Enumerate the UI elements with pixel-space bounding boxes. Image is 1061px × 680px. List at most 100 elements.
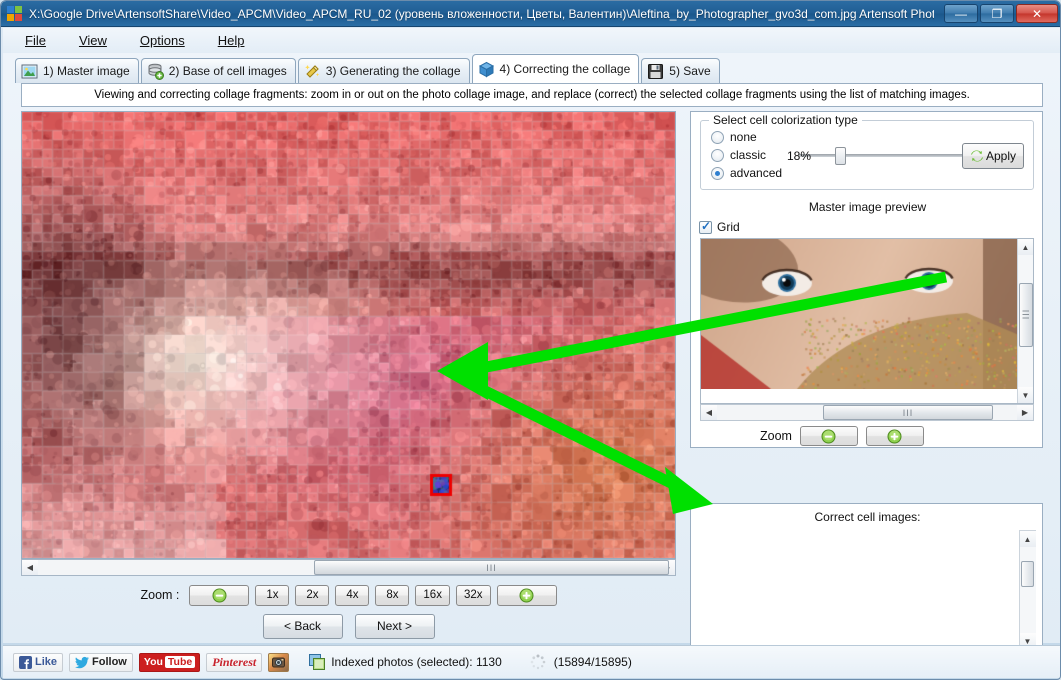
minimize-button[interactable]: — [944,4,978,23]
next-button[interactable]: Next > [354,613,435,639]
zoom-level-16x[interactable]: 16x [415,584,450,606]
master-preview-canvas[interactable] [701,239,1019,389]
youtube-button[interactable]: You Tube [138,652,201,672]
collage-scroll-track[interactable]: III [38,560,669,575]
radio-classic[interactable]: classic [711,148,766,162]
menu-options[interactable]: Options [136,31,189,50]
tab-master-image[interactable]: 1) Master image [15,58,139,83]
collage-scroll-thumb[interactable]: III [314,560,669,575]
tab-save-label: 5) Save [669,64,711,78]
close-button[interactable]: ✕ [1016,4,1058,23]
radio-advanced-label: advanced [730,166,783,180]
collage-viewport[interactable] [21,111,676,559]
apply-button[interactable]: Apply [962,143,1024,169]
preview-vscroll-track[interactable]: III [1017,255,1033,387]
zoom-level-1x[interactable]: 1x [255,584,290,606]
cells-scroll-up-button[interactable]: ▲ [1019,531,1036,547]
tab-generating-the-collage[interactable]: 3) Generating the collage [297,58,470,83]
zoom-label: Zoom : [140,588,180,602]
grid-checkbox-indicator[interactable] [699,219,712,234]
menu-help-label: Help [217,33,245,48]
cells-vscroll-thumb[interactable] [1020,561,1034,587]
radio-advanced[interactable]: advanced [711,166,782,180]
twitter-follow-label: Follow [92,656,127,668]
menu-file-label: File [25,33,46,48]
radio-none-indicator[interactable] [711,130,724,144]
cell-image-green-leaves-bud[interactable] [778,608,856,650]
cell-image-blue-dark-roses[interactable] [698,530,776,606]
facebook-like-button[interactable]: Like [13,652,64,672]
zoom-level-2x[interactable]: 2x [295,584,330,606]
zoom-level-4x-label: 4x [346,589,359,601]
cell-image-pink-tulips-dark[interactable] [858,608,936,650]
cells-vertical-scrollbar[interactable]: ▲ ▼ [1019,530,1036,650]
instagram-button[interactable] [268,652,290,672]
plus-circle-icon [519,588,534,602]
zoom-level-1x-label: 1x [266,589,279,601]
zoom-out-button[interactable] [189,584,250,606]
refresh-icon [970,150,984,162]
menu-file[interactable]: File [21,31,50,50]
menu-view-label: View [78,33,107,48]
collage-horizontal-scrollbar[interactable]: ◀ III ▶ [21,559,676,576]
slider-value-label: 18% [786,149,812,163]
tab-master-image-label: 1) Master image [43,64,130,78]
zoom-level-8x[interactable]: 8x [375,584,410,606]
loading-spinner-icon [530,654,546,670]
back-button[interactable]: < Back [262,613,343,639]
collage-scroll-left-button[interactable]: ◀ [22,560,38,575]
plus-circle-icon [887,429,902,443]
preview-scroll-right-button[interactable]: ▶ [1017,405,1033,420]
window-title: X:\Google Drive\ArtensoftShare\Video_APC… [29,6,934,21]
zoom-level-32x[interactable]: 32x [455,584,491,606]
preview-zoom-controls: Zoom [700,424,1034,448]
collage-mosaic-canvas[interactable] [22,112,675,558]
preview-scroll-up-button[interactable]: ▲ [1017,239,1033,255]
preview-zoom-label: Zoom [760,429,792,443]
cell-image-pink-white-hibiscus[interactable] [778,530,856,606]
picture-icon [21,64,38,78]
tab-correcting-the-collage[interactable]: 4) Correcting the collage [471,54,640,83]
radio-none[interactable]: none [711,130,757,144]
collage-image[interactable] [22,112,675,558]
twitter-follow-button[interactable]: Follow [69,652,133,672]
slider-knob[interactable] [835,147,846,165]
menu-help[interactable]: Help [214,31,249,50]
app-icon [7,5,23,22]
preview-zoom-out-button[interactable] [799,426,858,446]
apply-button-label: Apply [985,149,1017,163]
zoom-in-button[interactable] [496,584,557,606]
tab-base-of-cell-images[interactable]: 2) Base of cell images [140,58,296,83]
preview-vertical-scrollbar[interactable]: ▲ III ▼ [1017,239,1033,403]
preview-scroll-down-button[interactable]: ▼ [1017,387,1033,403]
menu-view[interactable]: View [75,31,111,50]
cell-image-pink-tulip-buds[interactable] [938,530,1016,606]
correct-cell-images-title: Correct cell images: [814,510,921,524]
wizard-navigation: < Back Next > [21,611,676,641]
grid-checkbox[interactable]: Grid [699,219,740,234]
zoom-level-16x-label: 16x [423,589,442,601]
preview-hscroll-thumb[interactable]: III [823,405,993,420]
preview-zoom-in-button[interactable] [865,426,924,446]
youtube-tube-label: Tube [164,656,196,668]
zoom-level-4x[interactable]: 4x [335,584,370,606]
correct-cell-images-grid[interactable] [698,530,1018,650]
master-image-preview[interactable]: ▲ III ▼ [700,238,1034,404]
cell-image-pink-flower-partial[interactable] [698,608,776,650]
colorization-groupbox-title: Select cell colorization type [709,113,862,127]
preview-hscroll-track[interactable]: III [717,405,1017,420]
preview-vscroll-thumb[interactable]: III [1018,283,1033,347]
cell-image-pale-pink-petal[interactable] [938,608,1016,650]
radio-classic-indicator[interactable] [711,148,724,162]
floppy-disk-icon [648,63,664,79]
radio-advanced-indicator[interactable] [711,166,724,180]
tab-save[interactable]: 5) Save [641,58,720,83]
title-bar: X:\Google Drive\ArtensoftShare\Video_APC… [1,1,1060,27]
pinterest-button[interactable]: Pinterest [206,652,263,672]
maximize-button[interactable]: ❐ [980,4,1014,23]
cell-image-blue-iris-bouquet[interactable] [858,530,936,606]
preview-scroll-left-button[interactable]: ◀ [701,405,717,420]
client-area: 1) Master image 2) Base of cell images 3… [3,53,1060,655]
preview-horizontal-scrollbar[interactable]: ◀ III ▶ [700,404,1034,421]
cells-vscroll-track[interactable] [1019,547,1036,633]
